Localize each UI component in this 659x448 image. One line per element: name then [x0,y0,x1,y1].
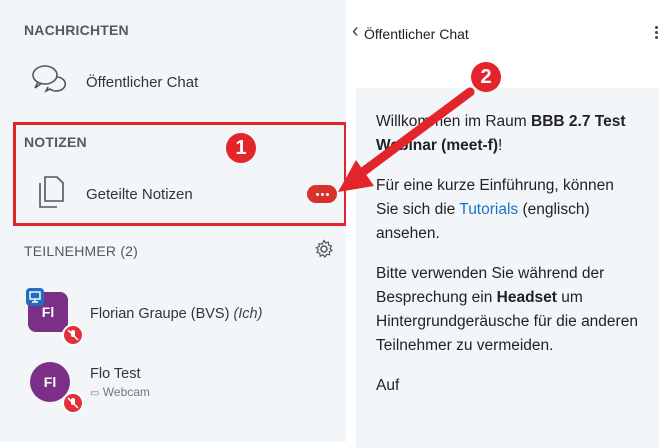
avatar-initials: Fl [41,304,55,320]
participant-row[interactable]: Fl Florian Graupe (BVS) (Ich) [0,284,346,346]
welcome-paragraph: Für eine kurze Einführung, können Sie si… [376,174,639,246]
more-options-icon[interactable] [655,24,659,44]
participant-name-line: Florian Graupe (BVS) (Ich) [90,306,262,322]
welcome-text: ! [498,137,503,154]
messages-section-title: NACHRICHTEN [24,22,129,38]
webcam-icon: ▭ [90,388,100,399]
welcome-text: Willkommen im Raum [376,113,532,130]
annotation-highlight-box [13,122,347,226]
participant-self-tag: (Ich) [233,306,263,322]
participant-name: Florian Graupe (BVS) [90,306,230,322]
back-arrow-icon[interactable]: ‹ [352,20,359,43]
annotation-number-2: 2 [471,62,501,92]
headset-text: Headset [496,289,557,306]
chat-bubbles-icon [32,65,66,93]
muted-mic-icon [62,392,84,414]
participant-status-label: Webcam [102,385,150,399]
welcome-message: Willkommen im Raum BBB 2.7 Test Webinar … [356,88,659,448]
chat-header-title[interactable]: Öffentlicher Chat [364,26,469,42]
welcome-paragraph: Bitte verwenden Sie während der Besprech… [376,262,639,358]
participant-status: ▭ Webcam [90,385,150,399]
public-chat-item[interactable]: Öffentlicher Chat [0,55,346,107]
chat-panel: ‹ Öffentlicher Chat Willkommen im Raum B… [346,0,659,448]
muted-mic-icon [62,324,84,346]
welcome-text: Auf [376,377,400,394]
welcome-paragraph: Willkommen im Raum BBB 2.7 Test Webinar … [376,110,639,158]
tutorials-link[interactable]: Tutorials [459,201,518,218]
gear-icon[interactable] [314,239,334,259]
avatar-initials: Fl [43,374,57,390]
welcome-paragraph: Auf [376,374,639,398]
participants-section-title: TEILNEHMER (2) [24,243,139,259]
public-chat-label: Öffentlicher Chat [86,74,199,91]
presenter-icon [26,288,44,306]
annotation-number-1: 1 [226,133,256,163]
participant-name: Flo Test [90,366,141,382]
participant-row[interactable]: Fl Flo Test ▭ Webcam [0,350,346,414]
